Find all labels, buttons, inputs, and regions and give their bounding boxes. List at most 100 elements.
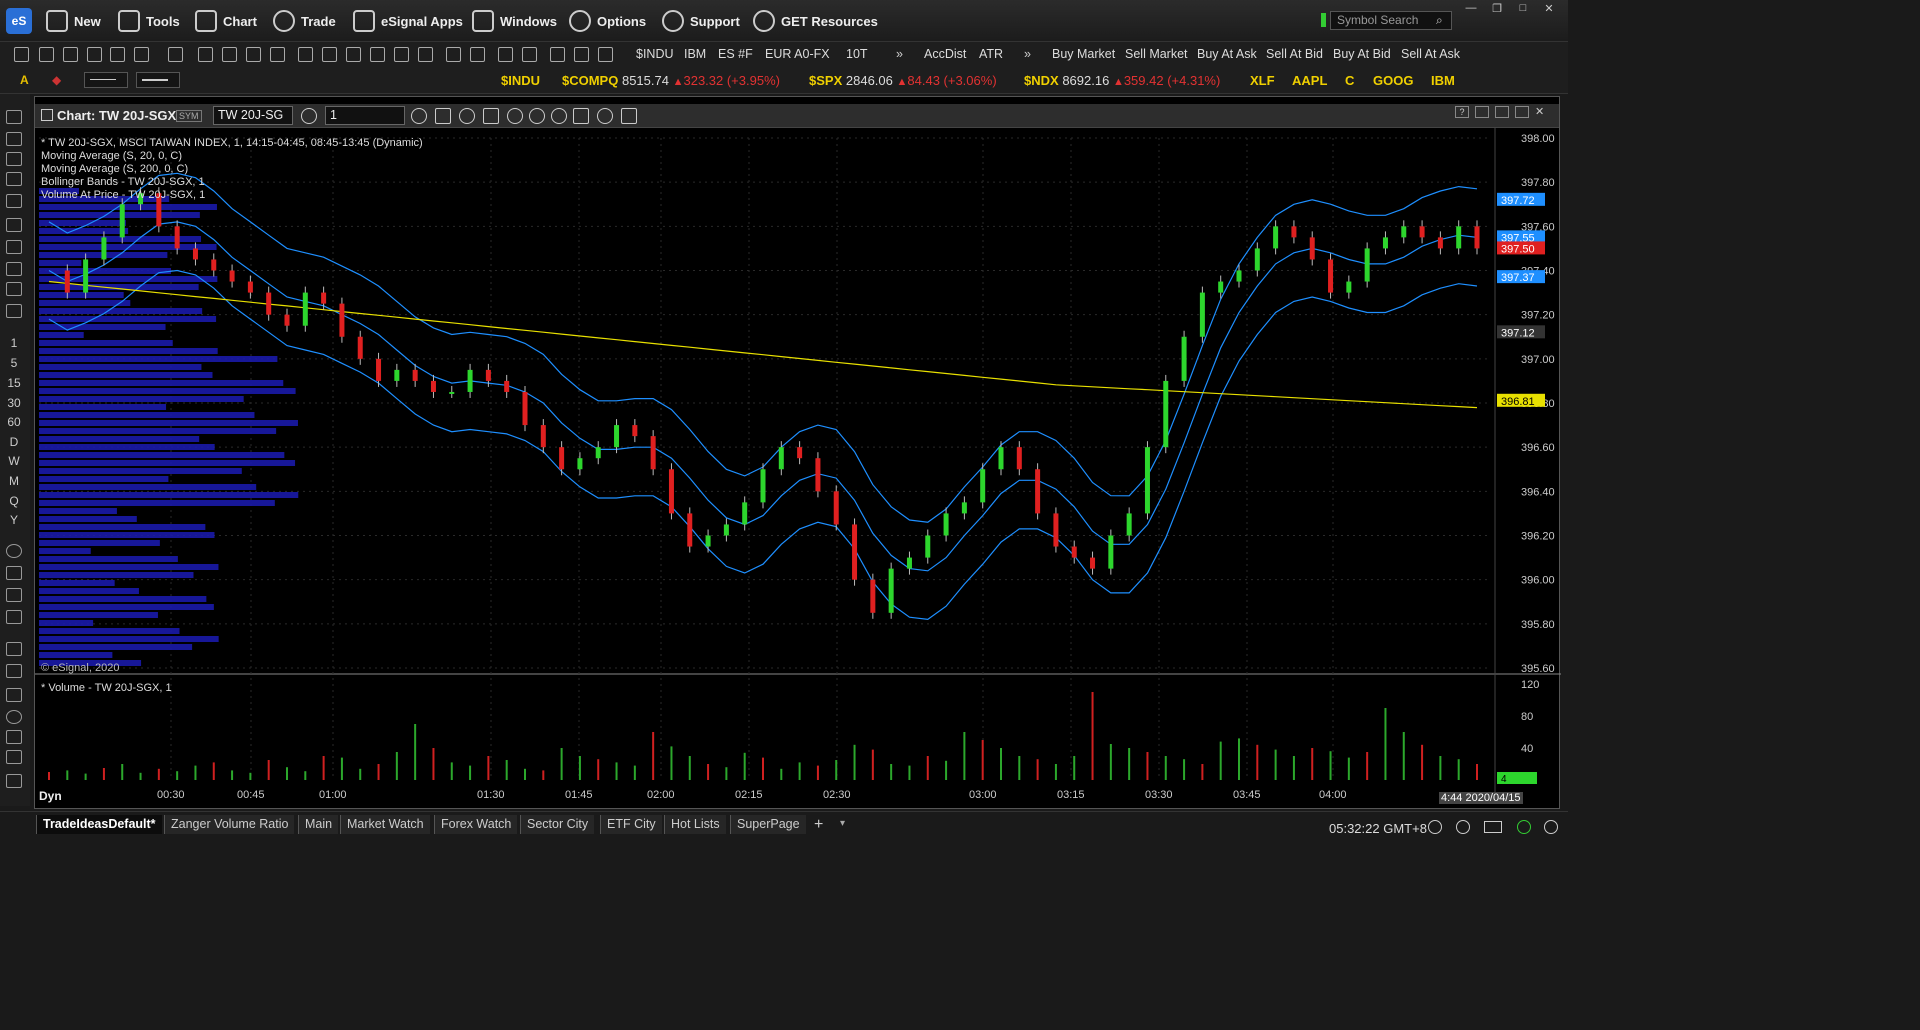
toolbar-icon[interactable] [446, 47, 461, 62]
toolbar-icon[interactable] [598, 47, 613, 62]
fan-tool-icon[interactable] [6, 664, 22, 678]
toolbar-icon[interactable] [39, 47, 54, 62]
sell-at-bid-button[interactable]: Sell At Bid [1266, 47, 1323, 61]
toolbar-icon[interactable] [550, 47, 565, 62]
interval-15[interactable]: 15 [4, 376, 24, 392]
tab-hot-lists[interactable]: Hot Lists [664, 815, 726, 834]
toolbar-icon[interactable] [198, 47, 213, 62]
ticker-indu[interactable]: $INDU [501, 73, 540, 88]
ticker-goog[interactable]: GOOG [1373, 73, 1413, 88]
line-style-dropdown[interactable] [84, 72, 128, 88]
crosshair-icon[interactable] [551, 108, 567, 124]
toolbar-icon[interactable] [418, 47, 433, 62]
buy-market-button[interactable]: Buy Market [1052, 47, 1115, 61]
toolbar-icon[interactable] [14, 47, 29, 62]
maximize-icon[interactable] [1515, 106, 1529, 118]
sync-icon[interactable] [1456, 820, 1470, 834]
tab-sector-city[interactable]: Sector City [520, 815, 595, 834]
toolbar-icon[interactable] [270, 47, 285, 62]
tool-icon[interactable] [6, 774, 22, 788]
ticker-c[interactable]: C [1345, 73, 1354, 88]
menu-trade[interactable]: Trade [273, 8, 336, 34]
cursor-tool-icon[interactable] [6, 110, 22, 124]
ticker-ibm[interactable]: IBM [1431, 73, 1455, 88]
link-indu[interactable]: $INDU [636, 47, 674, 61]
settings-tool-icon[interactable] [6, 304, 22, 318]
dynamic-label[interactable]: Dyn [39, 789, 62, 803]
link-ibm[interactable]: IBM [684, 47, 706, 61]
menu-lines-icon[interactable] [6, 588, 22, 602]
tab-zanger[interactable]: Zanger Volume Ratio [164, 815, 295, 834]
tab-etf-city[interactable]: ETF City [600, 815, 662, 834]
symbol-search-input[interactable]: Symbol Search [1330, 11, 1452, 30]
menu-tools[interactable]: Tools [118, 8, 180, 34]
toolbar-icon[interactable] [470, 47, 485, 62]
interval-y[interactable]: Y [4, 513, 24, 529]
toolbar-icon[interactable] [574, 47, 589, 62]
mob-icon[interactable] [6, 688, 22, 702]
toolbar-icon[interactable] [134, 47, 149, 62]
toolbar-icon[interactable] [63, 47, 78, 62]
restore-icon[interactable]: ❐ [1488, 2, 1506, 16]
page-tool-icon[interactable] [6, 218, 22, 232]
close-icon[interactable]: ✕ [1535, 105, 1551, 119]
toolbar-icon[interactable] [222, 47, 237, 62]
zoom-tool-icon[interactable] [6, 152, 22, 166]
ticker-aapl[interactable]: AAPL [1292, 73, 1327, 88]
interval-1[interactable]: 1 [4, 336, 24, 352]
settings-status-icon[interactable] [1544, 820, 1558, 834]
buy-at-ask-button[interactable]: Buy At Ask [1197, 47, 1257, 61]
interval-d[interactable]: D [4, 435, 24, 451]
toolbar-icon[interactable] [168, 47, 183, 62]
menu-support[interactable]: Support [662, 8, 740, 34]
ticker-ndx[interactable]: $NDX 8692.16 ▲359.42 (+4.31%) [1024, 73, 1220, 88]
toolbar-icon[interactable] [298, 47, 313, 62]
tab-dropdown-icon[interactable]: ▾ [840, 818, 845, 829]
list-tool-icon[interactable] [6, 172, 22, 186]
table-icon[interactable] [6, 730, 22, 744]
status-icon[interactable] [1428, 820, 1442, 834]
menu-options[interactable]: Options [569, 8, 646, 34]
menu-get-resources[interactable]: GET Resources [753, 8, 878, 34]
toolbar-icon[interactable] [498, 47, 513, 62]
toolbar-icon[interactable] [370, 47, 385, 62]
tab-market-watch[interactable]: Market Watch [340, 815, 430, 834]
toolbar-icon[interactable] [346, 47, 361, 62]
interval-m[interactable]: M [4, 474, 24, 490]
tab-superpage[interactable]: SuperPage [730, 815, 806, 834]
paint-bucket-icon[interactable]: ◆ [52, 73, 61, 87]
menu-windows[interactable]: Windows [472, 8, 557, 34]
price-chart[interactable]: 398.00397.80397.60397.40397.20397.00396.… [35, 128, 1561, 810]
link-badge-icon[interactable]: SYM [176, 110, 202, 122]
esignal-logo[interactable]: eS [6, 8, 32, 34]
ticker-spx[interactable]: $SPX 2846.06 ▲84.43 (+3.06%) [809, 73, 997, 88]
interval-q[interactable]: Q [4, 494, 24, 510]
buy-at-bid-button[interactable]: Buy At Bid [1333, 47, 1391, 61]
search-tool-icon[interactable] [6, 194, 22, 208]
restore-icon[interactable] [1495, 106, 1509, 118]
grid-tool-icon[interactable] [6, 240, 22, 254]
add-tab-icon[interactable]: + [814, 816, 823, 834]
study-atr[interactable]: ATR [979, 47, 1003, 61]
trend-tool-icon[interactable] [6, 262, 22, 276]
more-links-icon[interactable]: » [896, 47, 903, 61]
dde-icon[interactable] [1484, 821, 1502, 833]
interval-60[interactable]: 60 [4, 415, 24, 431]
tab-forex-watch[interactable]: Forex Watch [434, 815, 518, 834]
facebook-icon[interactable] [621, 108, 637, 124]
tab-main[interactable]: Main [298, 815, 339, 834]
toolbar-icon[interactable] [522, 47, 537, 62]
study-accdist[interactable]: AccDist [924, 47, 966, 61]
twitter-icon[interactable] [597, 108, 613, 124]
sell-at-ask-button[interactable]: Sell At Ask [1401, 47, 1460, 61]
angle-tool-icon[interactable] [6, 642, 22, 656]
interval-input[interactable]: 1 [325, 106, 405, 125]
ticker-xlf[interactable]: XLF [1250, 73, 1275, 88]
minimize-icon[interactable] [1475, 106, 1489, 118]
folder-icon[interactable] [483, 108, 499, 124]
target-icon[interactable] [6, 544, 22, 558]
maximize-icon[interactable]: □ [1514, 2, 1532, 16]
refresh-tool-icon[interactable] [6, 282, 22, 296]
pti-icon[interactable] [6, 750, 22, 764]
menu-lines-icon[interactable] [6, 566, 22, 580]
